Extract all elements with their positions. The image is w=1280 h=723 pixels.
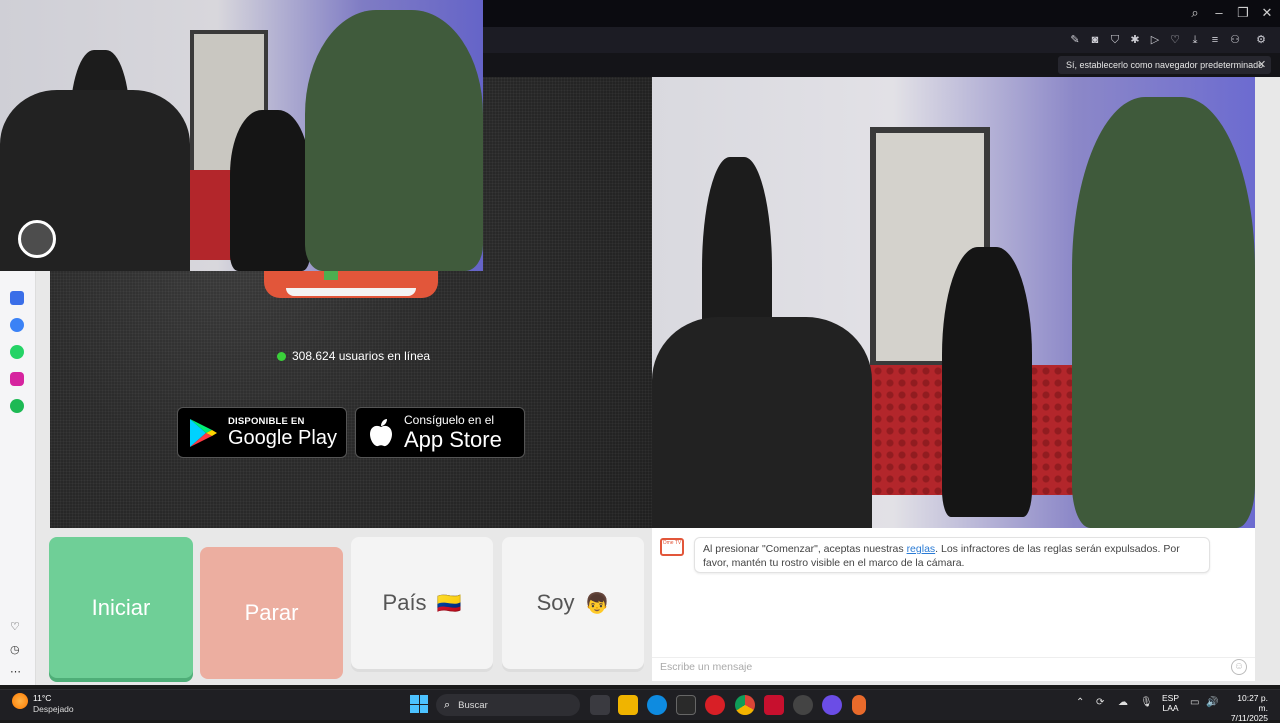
clock-date: 7/11/2025 <box>1230 713 1268 723</box>
app-store-top: Consíguelo en el <box>404 412 495 427</box>
play-icon[interactable]: ▷ <box>1146 31 1164 49</box>
download-icon[interactable]: ⤓ <box>1186 31 1204 49</box>
more-icon[interactable]: ⋯ <box>10 665 21 678</box>
whatsapp-icon[interactable] <box>10 345 24 359</box>
google-play-icon <box>190 418 217 447</box>
self-video <box>652 77 1255 528</box>
edit-icon[interactable]: ✎ <box>1066 31 1084 49</box>
close-window-icon[interactable]: ✕ <box>1255 1 1279 25</box>
restore-icon[interactable]: ❐ <box>1231 1 1255 25</box>
chat-system-message: Al presionar "Comenzar", aceptas nuestra… <box>694 537 1210 573</box>
windows-start-icon[interactable] <box>410 695 428 713</box>
sync-icon[interactable]: ⟳ <box>1096 697 1104 708</box>
volume-icon[interactable]: 🔊 <box>1206 697 1218 708</box>
country-button[interactable]: País 🇨🇴 <box>351 537 493 669</box>
country-label: País <box>382 590 427 615</box>
settings-app-icon[interactable] <box>793 695 813 715</box>
windows-taskbar <box>0 689 1280 720</box>
lang-top: ESP <box>1162 693 1180 703</box>
google-play-button[interactable]: DISPONIBLE EN Google Play <box>177 407 347 458</box>
app-store-bottom: App Store <box>404 426 502 452</box>
messenger-icon[interactable] <box>10 318 24 332</box>
taskbar-search[interactable]: ⌕ Buscar <box>436 694 580 716</box>
search-label: Buscar <box>458 699 488 711</box>
opera-icon[interactable] <box>705 695 725 715</box>
online-count-text: 308.624 usuarios en línea <box>292 349 431 363</box>
colombia-flag-icon: 🇨🇴 <box>436 592 462 615</box>
clock-time: 10:27 p. m. <box>1237 693 1268 713</box>
google-play-top: DISPONIBLE EN <box>228 415 305 427</box>
online-dot <box>277 351 286 361</box>
apple-icon <box>370 418 392 446</box>
assistant-icon[interactable] <box>822 695 842 715</box>
weather-icon[interactable] <box>12 693 28 709</box>
file-explorer-icon[interactable] <box>618 695 638 715</box>
spotify-icon[interactable] <box>10 399 24 413</box>
minimize-icon[interactable]: – <box>1207 1 1231 25</box>
menu-icon[interactable]: ≡ <box>1206 31 1224 49</box>
extension-icon[interactable]: ✱ <box>1126 31 1144 49</box>
instagram-icon[interactable] <box>10 372 24 386</box>
chat-input-placeholder: Escribe un mensaje <box>660 661 753 673</box>
start-button[interactable]: Iniciar <box>49 537 193 678</box>
camera-icon[interactable]: ◙ <box>1086 31 1104 49</box>
emoji-icon[interactable]: ☺ <box>1231 659 1247 675</box>
chat-message-input[interactable]: Escribe un mensaje <box>652 657 1255 679</box>
google-play-bottom: Google Play <box>228 426 337 449</box>
store-icon[interactable] <box>676 695 696 715</box>
pip-video-overlay[interactable] <box>0 0 483 271</box>
chrome-icon[interactable] <box>735 695 755 715</box>
tray-chevron-icon[interactable]: ⌃ <box>1076 697 1084 708</box>
search-icon[interactable]: ⌕ <box>1183 1 1207 25</box>
search-icon: ⌕ <box>444 698 451 711</box>
message-prefix: Al presionar "Comenzar", aceptas nuestra… <box>703 543 907 555</box>
gender-button[interactable]: Soy 👦 <box>502 537 644 669</box>
pip-audio-icon[interactable] <box>18 220 56 258</box>
lang-bottom: LAA <box>1162 703 1179 713</box>
gender-label: Soy <box>536 590 575 615</box>
boy-emoji-icon: 👦 <box>584 592 610 615</box>
app-store-button[interactable]: Consíguelo en el App Store <box>355 407 525 458</box>
app-red-icon[interactable] <box>764 695 784 715</box>
clock[interactable]: 10:27 p. m. 7/11/2025 <box>1226 693 1268 723</box>
heart-icon[interactable]: ♡ <box>10 620 20 633</box>
cloud-icon[interactable]: ☁ <box>1118 697 1128 708</box>
language-indicator[interactable]: ESP LAA <box>1162 693 1179 713</box>
online-counter: 308.624 usuarios en línea <box>277 349 430 363</box>
close-infobar-icon[interactable]: ✕ <box>1257 56 1266 74</box>
task-view-icon[interactable] <box>590 695 610 715</box>
ome-tv-badge-icon: Ome TV <box>660 538 684 556</box>
mic-icon[interactable]: 🎙 <box>1140 697 1153 708</box>
history-icon[interactable]: ◷ <box>10 643 20 656</box>
stop-label: Parar <box>244 600 299 625</box>
settings-icon[interactable]: ⚙ <box>1252 31 1270 49</box>
network-icon[interactable]: ▭ <box>1190 697 1199 708</box>
start-label: Iniciar <box>91 594 151 620</box>
stop-button[interactable]: Parar <box>200 547 343 679</box>
default-browser-button[interactable]: Sí, establecerlo como navegador predeter… <box>1058 56 1272 74</box>
rules-link[interactable]: reglas <box>907 543 936 555</box>
microphone-app-icon[interactable] <box>852 695 866 715</box>
profile-icon[interactable]: ⚇ <box>1226 31 1244 49</box>
edge-icon[interactable] <box>647 695 667 715</box>
heart-icon[interactable]: ♡ <box>1166 31 1184 49</box>
aria-icon[interactable] <box>10 291 24 305</box>
shield-icon[interactable]: ⛉ <box>1106 31 1124 49</box>
weather-temp: 11°C <box>33 693 52 703</box>
weather-desc: Despejado <box>33 704 74 714</box>
